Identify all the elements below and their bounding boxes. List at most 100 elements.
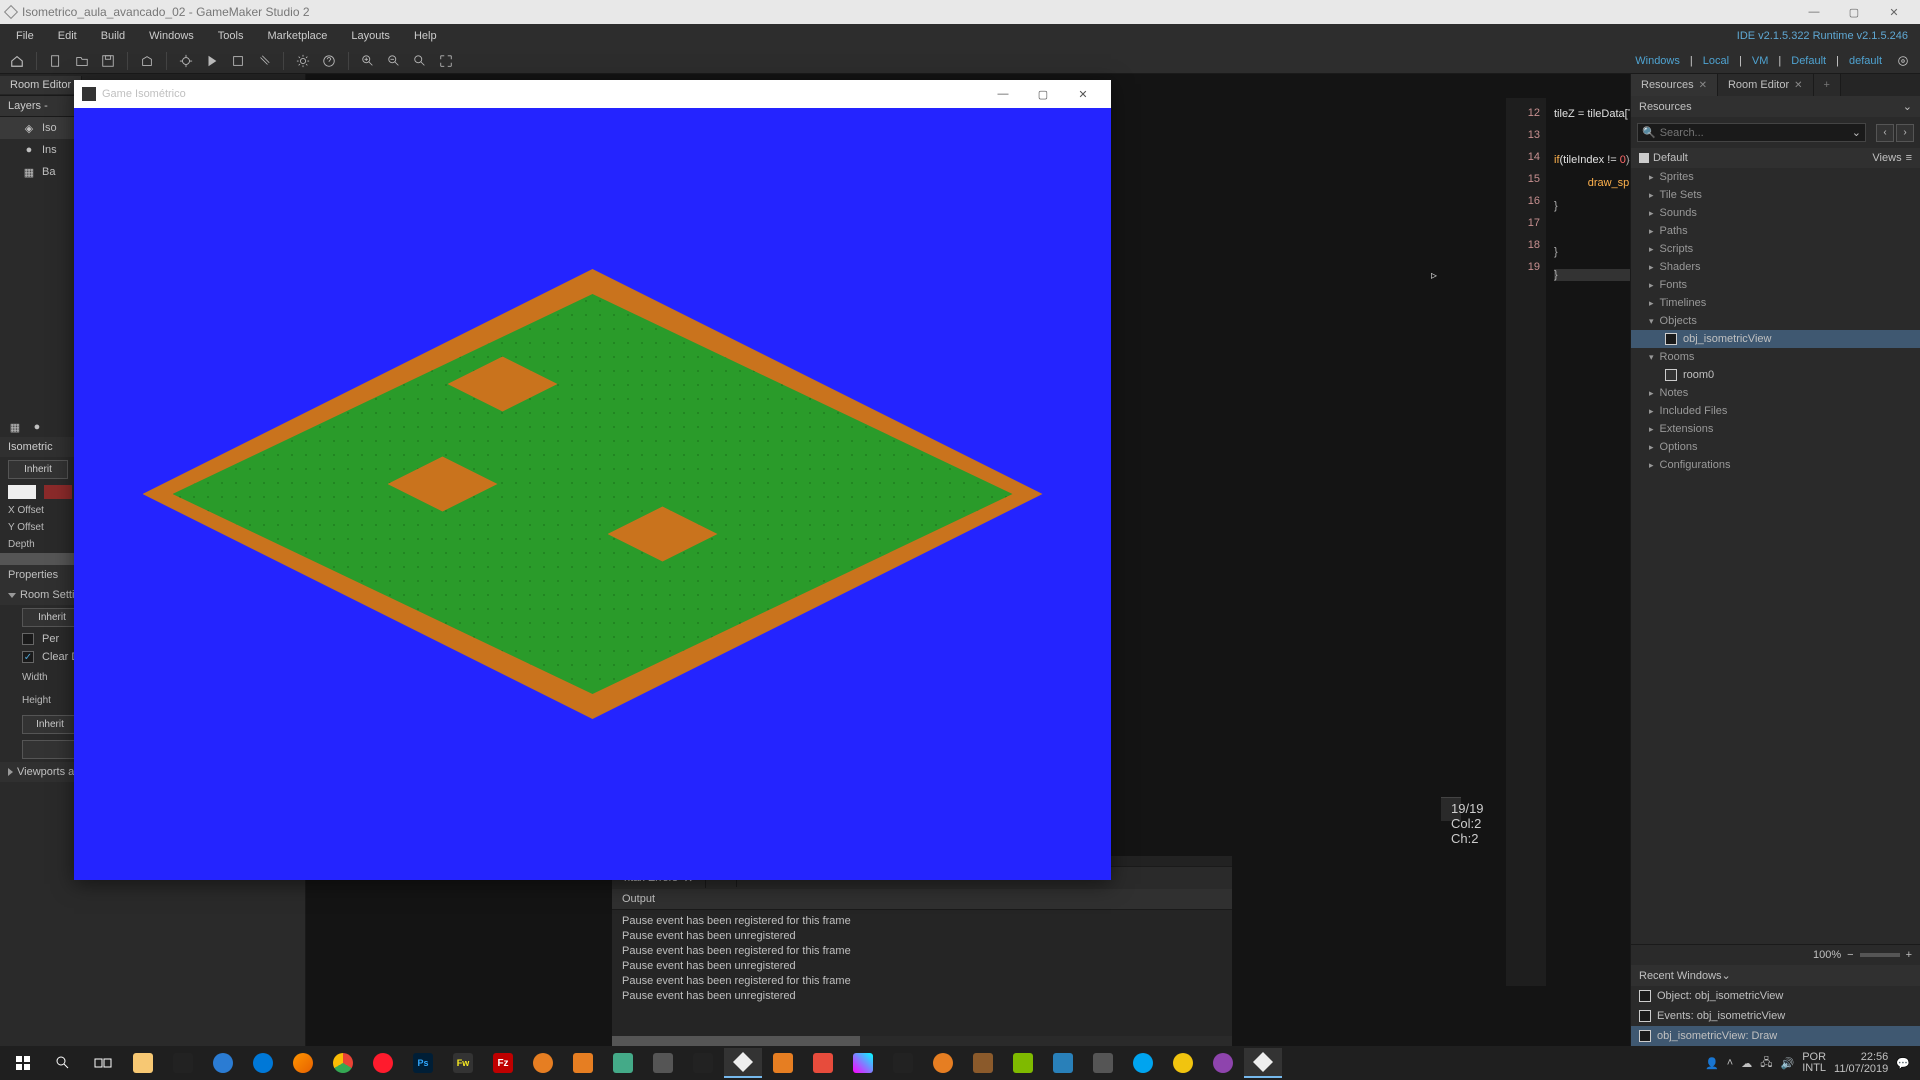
tray-chevron-icon[interactable]: ˄ [1727, 1057, 1733, 1069]
taskbar-gms2-icon[interactable] [724, 1048, 762, 1078]
taskbar-app-icon[interactable] [684, 1048, 722, 1078]
recent-header[interactable]: Recent Windows⌄ [1631, 965, 1920, 986]
tab-resources[interactable]: Resources✕ [1631, 74, 1718, 96]
output-scrollbar[interactable] [612, 1036, 1232, 1046]
taskbar-app-icon[interactable] [1044, 1048, 1082, 1078]
start-button[interactable] [4, 1048, 42, 1078]
add-bg-icon[interactable]: ● [30, 420, 44, 434]
next-button[interactable]: › [1896, 124, 1914, 142]
tray-people-icon[interactable]: 👤 [1705, 1057, 1719, 1070]
tree-configs[interactable]: Configurations [1631, 456, 1920, 474]
fold-marker-icon[interactable]: ▹ [1431, 268, 1437, 282]
tab-room-editor-right[interactable]: Room Editor✕ [1718, 74, 1814, 96]
tree-shaders[interactable]: Shaders [1631, 258, 1920, 276]
tray-notifications-icon[interactable]: 💬 [1896, 1057, 1910, 1070]
taskbar-app-icon[interactable] [804, 1048, 842, 1078]
taskbar-app-icon[interactable] [564, 1048, 602, 1078]
chevron-down-icon[interactable]: ⌄ [1722, 969, 1731, 982]
taskbar-game-icon[interactable] [1244, 1048, 1282, 1078]
menu-tools[interactable]: Tools [206, 26, 256, 46]
tree-room0[interactable]: room0 [1631, 366, 1920, 384]
save-icon[interactable] [97, 50, 119, 72]
taskbar-filezilla-icon[interactable]: Fz [484, 1048, 522, 1078]
taskbar-fireworks-icon[interactable]: Fw [444, 1048, 482, 1078]
taskbar-chrome-icon[interactable] [324, 1048, 362, 1078]
close-button[interactable]: ✕ [1063, 80, 1103, 108]
tray-cloud-icon[interactable]: ☁ [1741, 1057, 1752, 1070]
swatch[interactable] [44, 485, 72, 499]
inherit-button-3[interactable]: Inherit [22, 715, 78, 734]
recent-item[interactable]: Events: obj_isometricView [1631, 1006, 1920, 1026]
tree-paths[interactable]: Paths [1631, 222, 1920, 240]
tree-included[interactable]: Included Files [1631, 402, 1920, 420]
zoom-slider[interactable] [1860, 953, 1900, 957]
taskbar-edge-icon[interactable] [244, 1048, 282, 1078]
taskbar-firefox-icon[interactable] [284, 1048, 322, 1078]
open-project-icon[interactable] [71, 50, 93, 72]
maximize-button[interactable]: ▢ [1023, 80, 1063, 108]
taskbar-sublime-icon[interactable] [764, 1048, 802, 1078]
tree-notes[interactable]: Notes [1631, 384, 1920, 402]
taskbar-opera-icon[interactable] [364, 1048, 402, 1078]
tab-add[interactable]: + [1814, 74, 1841, 96]
maximize-button[interactable]: ▢ [1834, 0, 1874, 24]
recent-item[interactable]: obj_isometricView: Draw [1631, 1026, 1920, 1046]
zoom-in-icon[interactable] [357, 50, 379, 72]
chevron-down-icon[interactable]: ⌄ [1852, 126, 1861, 139]
output-body[interactable]: Pause event has been registered for this… [612, 910, 1232, 1036]
menu-build[interactable]: Build [89, 26, 137, 46]
taskbar-explorer-icon[interactable] [124, 1048, 162, 1078]
menu-icon[interactable]: ≡ [1906, 152, 1912, 164]
clean-icon[interactable] [253, 50, 275, 72]
tree-sprites[interactable]: Sprites [1631, 168, 1920, 186]
taskbar-app-icon[interactable] [524, 1048, 562, 1078]
swatch[interactable] [8, 485, 36, 499]
search-button[interactable] [44, 1048, 82, 1078]
target-device[interactable]: Default [1791, 55, 1826, 67]
tree-options[interactable]: Options [1631, 438, 1920, 456]
taskbar-ie-icon[interactable] [204, 1048, 242, 1078]
tree-objects[interactable]: Objects [1631, 312, 1920, 330]
taskbar-app-icon[interactable] [1164, 1048, 1202, 1078]
inherit-button[interactable]: Inherit [8, 460, 68, 479]
taskbar-eclipse-icon[interactable] [1204, 1048, 1242, 1078]
build-icon[interactable] [136, 50, 158, 72]
menu-file[interactable]: File [4, 26, 46, 46]
minimize-button[interactable]: — [983, 80, 1023, 108]
search-input[interactable] [1660, 127, 1848, 139]
tree-obj-isometricview[interactable]: obj_isometricView [1631, 330, 1920, 348]
chevron-down-icon[interactable]: ⌄ [1903, 100, 1912, 113]
menu-marketplace[interactable]: Marketplace [255, 26, 339, 46]
menu-edit[interactable]: Edit [46, 26, 89, 46]
taskbar-app-icon[interactable] [644, 1048, 682, 1078]
new-project-icon[interactable] [45, 50, 67, 72]
stop-icon[interactable] [227, 50, 249, 72]
gear-icon[interactable] [292, 50, 314, 72]
help-icon[interactable] [318, 50, 340, 72]
inherit-button-2[interactable]: Inherit [22, 608, 82, 627]
taskbar-app-icon[interactable] [1084, 1048, 1122, 1078]
add-layer-icon[interactable]: ▦ [8, 420, 22, 434]
close-icon[interactable]: ✕ [1699, 80, 1707, 91]
zoom-out-icon[interactable]: − [1847, 949, 1853, 961]
tree-extensions[interactable]: Extensions [1631, 420, 1920, 438]
zoom-reset-icon[interactable] [409, 50, 431, 72]
taskbar-photoshop-icon[interactable]: Ps [404, 1048, 442, 1078]
views-label[interactable]: Views [1872, 152, 1901, 164]
taskbar-app-icon[interactable] [844, 1048, 882, 1078]
zoom-out-icon[interactable] [383, 50, 405, 72]
code-lines[interactable]: tileZ = tileData[TIL if(tileIndex != 0){… [1546, 98, 1630, 986]
tray-network-icon[interactable]: 🖧 [1760, 1054, 1772, 1073]
tree-sounds[interactable]: Sounds [1631, 204, 1920, 222]
minimize-button[interactable]: — [1794, 0, 1834, 24]
taskbar-app-icon[interactable] [1124, 1048, 1162, 1078]
debug-icon[interactable] [175, 50, 197, 72]
menu-help[interactable]: Help [402, 26, 449, 46]
prev-button[interactable]: ‹ [1876, 124, 1894, 142]
taskview-button[interactable] [84, 1048, 122, 1078]
tree-rooms[interactable]: Rooms [1631, 348, 1920, 366]
tray-volume-icon[interactable]: 🔊 [1781, 1057, 1795, 1070]
tree-scripts[interactable]: Scripts [1631, 240, 1920, 258]
tree-fonts[interactable]: Fonts [1631, 276, 1920, 294]
taskbar-app-icon[interactable] [964, 1048, 1002, 1078]
